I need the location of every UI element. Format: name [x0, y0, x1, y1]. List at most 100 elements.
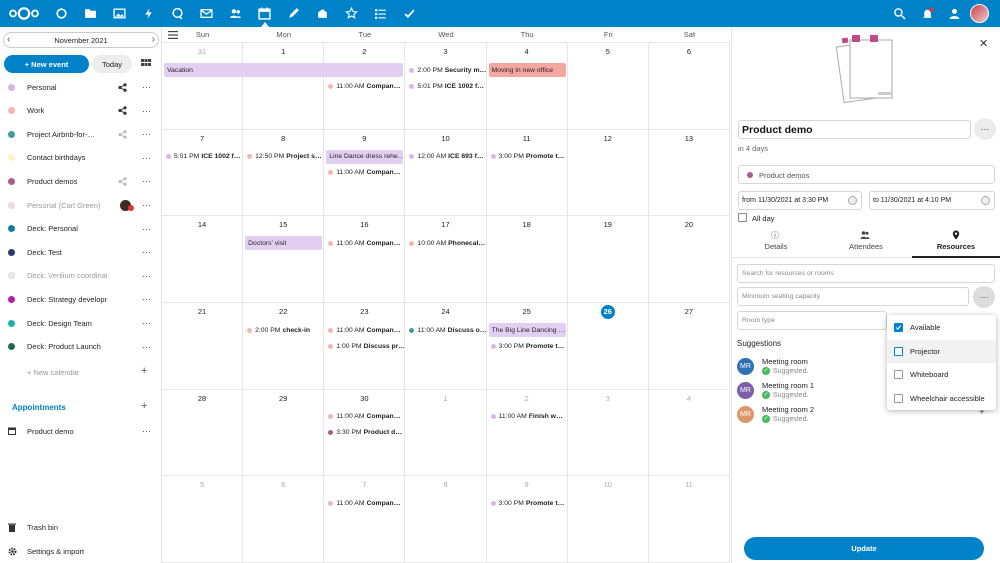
filter-option[interactable]: Projector — [887, 339, 996, 363]
calendar-item[interactable]: Personal (Carl Green) ··· — [0, 195, 161, 215]
day-cell[interactable]: 5 — [567, 43, 649, 130]
event-item[interactable]: 12:00 AM ICE 693 f… — [406, 151, 485, 163]
calendar-item[interactable]: Contact birthdays ··· — [0, 148, 161, 168]
day-cell[interactable]: 4 — [648, 389, 730, 477]
day-cell[interactable]: 10 — [567, 476, 649, 563]
day-number[interactable]: 15 — [243, 220, 323, 229]
day-cell[interactable]: 9 — [486, 476, 568, 563]
activity-icon[interactable] — [141, 6, 155, 20]
day-number[interactable]: 7 — [324, 480, 404, 489]
event-item[interactable]: 11:00 AM Compan… — [325, 80, 404, 92]
rating-icon[interactable] — [344, 6, 358, 20]
day-cell[interactable]: 15 — [243, 216, 325, 303]
day-cell[interactable]: 1 — [405, 389, 487, 477]
event-item[interactable]: 2:00 PM check-in — [244, 324, 323, 336]
event-item[interactable]: 3:30 PM Product d… — [325, 427, 404, 439]
calendar-color-dot[interactable] — [8, 154, 15, 162]
resource-search-input[interactable]: Search for resources or rooms — [737, 264, 995, 283]
filter-option[interactable]: Wheelchair accessible — [887, 387, 996, 410]
day-number[interactable]: 16 — [324, 220, 404, 229]
day-number[interactable]: 4 — [649, 394, 729, 403]
calendar-item[interactable]: Deck: Personal ··· — [0, 219, 161, 239]
day-cell[interactable]: 19 — [567, 216, 649, 303]
day-number[interactable]: 6 — [649, 47, 729, 56]
day-number[interactable]: 17 — [405, 220, 485, 229]
filter-checkbox[interactable] — [894, 346, 903, 356]
day-cell[interactable]: 18 — [486, 216, 568, 303]
day-number[interactable]: 28 — [162, 394, 242, 403]
deck-icon[interactable] — [315, 6, 329, 20]
calendar-item[interactable]: Personal ··· — [0, 77, 161, 97]
calendar-item[interactable]: Product demos ··· — [0, 171, 161, 191]
title-field[interactable]: Product demo — [738, 120, 971, 139]
event-item[interactable]: 11:00 AM Compan… — [325, 497, 404, 509]
day-cell[interactable]: 13 — [648, 129, 730, 217]
calendar-color-dot[interactable] — [8, 225, 15, 233]
day-cell[interactable]: 27 — [648, 303, 730, 390]
day-cell[interactable]: 10 — [405, 129, 487, 217]
dashboard-icon[interactable] — [54, 6, 68, 20]
resource-filter-button[interactable]: ··· — [973, 286, 995, 308]
day-number[interactable]: 12 — [568, 134, 648, 143]
day-number[interactable]: 21 — [162, 307, 242, 316]
plus-icon[interactable]: + — [141, 365, 147, 377]
day-cell[interactable]: 11 — [486, 129, 568, 217]
day-cell[interactable]: 8 — [405, 476, 487, 563]
event-item[interactable]: 1:00 PM Discuss pr… — [325, 340, 404, 352]
contacts-menu-icon[interactable] — [947, 6, 961, 20]
filter-checkbox[interactable] — [894, 393, 903, 403]
share-icon[interactable] — [118, 106, 127, 115]
share-icon[interactable] — [118, 177, 127, 186]
day-number[interactable]: 11 — [649, 480, 729, 489]
add-appointment-icon[interactable]: + — [141, 400, 147, 412]
tab-attendees[interactable]: Attendees — [822, 242, 910, 257]
calendar-color-dot[interactable] — [8, 107, 15, 115]
filter-option[interactable]: Available — [887, 316, 996, 339]
calendar-item[interactable]: Deck: Product Launch ··· — [0, 337, 161, 357]
day-number[interactable]: 14 — [162, 220, 242, 229]
day-cell[interactable]: 1 — [243, 43, 325, 130]
day-cell[interactable]: 20 — [648, 216, 730, 303]
event-item[interactable]: 11:00 AM Compan… — [325, 324, 404, 336]
day-cell[interactable]: 6 — [243, 476, 325, 563]
day-number[interactable]: 6 — [243, 480, 323, 489]
calendar-color-dot[interactable] — [8, 248, 15, 256]
calendar-color-dot[interactable] — [8, 272, 15, 280]
day-number[interactable]: 5 — [162, 480, 242, 489]
files-icon[interactable] — [83, 6, 97, 20]
more-icon[interactable]: ··· — [142, 200, 151, 210]
all-day-event[interactable]: Vacation — [164, 63, 404, 77]
calendar-color-dot[interactable] — [8, 83, 15, 91]
day-number[interactable]: 3 — [405, 47, 485, 56]
event-item[interactable]: 11:00 AM Compan… — [325, 167, 404, 179]
filter-checkbox[interactable] — [894, 323, 903, 332]
all-day-checkbox[interactable] — [738, 213, 747, 222]
update-button[interactable]: Update — [744, 537, 984, 560]
event-item[interactable]: 5:01 PM ICE 1002 f… — [406, 80, 485, 92]
more-icon[interactable]: ··· — [142, 271, 151, 281]
day-number[interactable]: 5 — [568, 47, 648, 56]
more-icon[interactable]: ··· — [142, 106, 151, 116]
more-icon[interactable]: ··· — [142, 129, 151, 139]
calendar-color-dot[interactable] — [8, 295, 15, 303]
day-cell[interactable]: 21 — [162, 303, 244, 390]
day-number[interactable]: 7 — [162, 134, 242, 143]
day-number[interactable]: 31 — [162, 47, 242, 56]
trash-bin-item[interactable]: Trash bin — [0, 517, 161, 537]
today-date[interactable]: 26 — [600, 305, 615, 319]
chevron-left-icon[interactable]: ‹ — [7, 34, 10, 45]
more-icon[interactable]: ··· — [142, 176, 151, 186]
new-event-button[interactable]: + New event — [4, 55, 89, 73]
to-date-field[interactable]: to 11/30/2021 at 4:10 PM — [869, 191, 995, 210]
day-number[interactable]: 18 — [487, 220, 567, 229]
settings-item[interactable]: Settings & import — [0, 541, 161, 561]
event-item[interactable]: 3:00 PM Promote t… — [488, 497, 567, 509]
day-number[interactable]: 19 — [568, 220, 648, 229]
room-type-select[interactable]: Room type — [737, 311, 887, 330]
event-item[interactable]: 11:00 AM Compan… — [325, 237, 404, 249]
search-icon[interactable] — [892, 6, 906, 20]
all-day-event[interactable]: The Big Line Dancing … — [488, 323, 566, 337]
day-cell[interactable]: 6 — [648, 43, 730, 130]
day-number[interactable]: 11 — [487, 134, 567, 143]
calendar-color-dot[interactable] — [8, 343, 15, 351]
